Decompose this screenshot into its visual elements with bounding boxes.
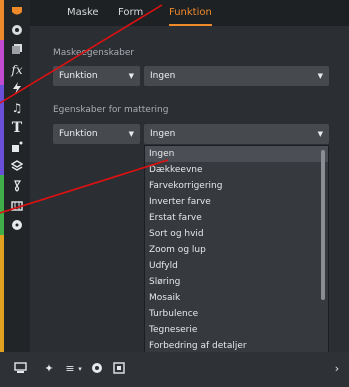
dropdown-item[interactable]: Dækkeevne — [145, 162, 328, 178]
music-note-icon[interactable]: ♫ — [9, 101, 25, 115]
dropdown-item[interactable]: Zoom og lup — [145, 242, 328, 258]
clip-icon[interactable] — [112, 362, 126, 376]
dropdown-scrollbar[interactable] — [321, 150, 325, 300]
tab-maske[interactable]: Maske — [67, 0, 99, 26]
tab-bar: Maske Form Funktion — [30, 0, 349, 26]
bottom-toolbar: ✦ ≡ ▾ › — [0, 352, 349, 387]
mask-badge-icon[interactable] — [9, 5, 25, 19]
motion-icon[interactable] — [9, 141, 25, 155]
chevron-down-icon[interactable]: ▾ — [73, 362, 87, 376]
matte-function-select[interactable]: Funktion ▼ — [53, 124, 140, 144]
dropdown-item[interactable]: Tegneserie — [145, 322, 328, 338]
mask-properties-label: Maskeegenskaber — [53, 48, 135, 58]
disc-icon[interactable] — [9, 219, 25, 233]
dropdown-items: Ingen Dækkeevne Farvekorrigering Inverter f… — [145, 146, 328, 370]
dropdown-item[interactable]: Sort og hvid — [145, 226, 328, 242]
dropdown-item[interactable]: Ingen — [145, 146, 328, 162]
mask-function-label: Funktion — [59, 71, 98, 81]
matte-function-label: Funktion — [59, 129, 98, 139]
tab-funktion[interactable]: Funktion — [169, 0, 212, 26]
mask-value: Ingen — [150, 71, 176, 81]
chevron-down-icon: ▼ — [128, 130, 134, 138]
dropdown-item[interactable]: Erstat farve — [145, 210, 328, 226]
paint-icon[interactable] — [9, 180, 25, 194]
dropdown-item[interactable]: Sløring — [145, 274, 328, 290]
mask-function-select[interactable]: Funktion ▼ — [53, 66, 140, 86]
stack-icon[interactable] — [9, 43, 25, 57]
dropdown-item[interactable]: Turbulence — [145, 306, 328, 322]
dropdown-item[interactable]: Farvekorrigering — [145, 178, 328, 194]
sparkle-icon[interactable]: ✦ — [42, 362, 56, 376]
text-icon[interactable]: T — [9, 121, 25, 135]
left-sidebar: fx ♫ T — [0, 0, 30, 352]
film-icon[interactable] — [9, 200, 25, 214]
color-stripe — [0, 0, 4, 352]
matte-dropdown-list: Ingen Dækkeevne Farvekorrigering Inverter f… — [144, 145, 329, 387]
lightning-icon[interactable] — [9, 82, 25, 96]
fx-icon[interactable]: fx — [9, 63, 25, 77]
chevron-down-icon: ▼ — [317, 130, 323, 138]
expand-icon[interactable]: › — [330, 362, 344, 376]
dropdown-item[interactable]: Mosaik — [145, 290, 328, 306]
record-icon[interactable] — [90, 362, 104, 376]
monitor-icon[interactable] — [13, 362, 27, 376]
layers-icon[interactable] — [9, 160, 25, 174]
tab-form[interactable]: Form — [118, 0, 143, 26]
chevron-down-icon: ▼ — [128, 72, 134, 80]
dropdown-item[interactable]: Inverter farve — [145, 194, 328, 210]
dropdown-item[interactable]: Udfyld — [145, 258, 328, 274]
matte-value-select[interactable]: Ingen ▼ — [144, 124, 329, 144]
chevron-down-icon: ▼ — [317, 72, 323, 80]
matte-properties-label: Egenskaber for mattering — [53, 105, 169, 115]
mask-value-select[interactable]: Ingen ▼ — [144, 66, 329, 86]
matte-value: Ingen — [150, 129, 176, 139]
effects-wheel-icon[interactable] — [9, 24, 25, 38]
